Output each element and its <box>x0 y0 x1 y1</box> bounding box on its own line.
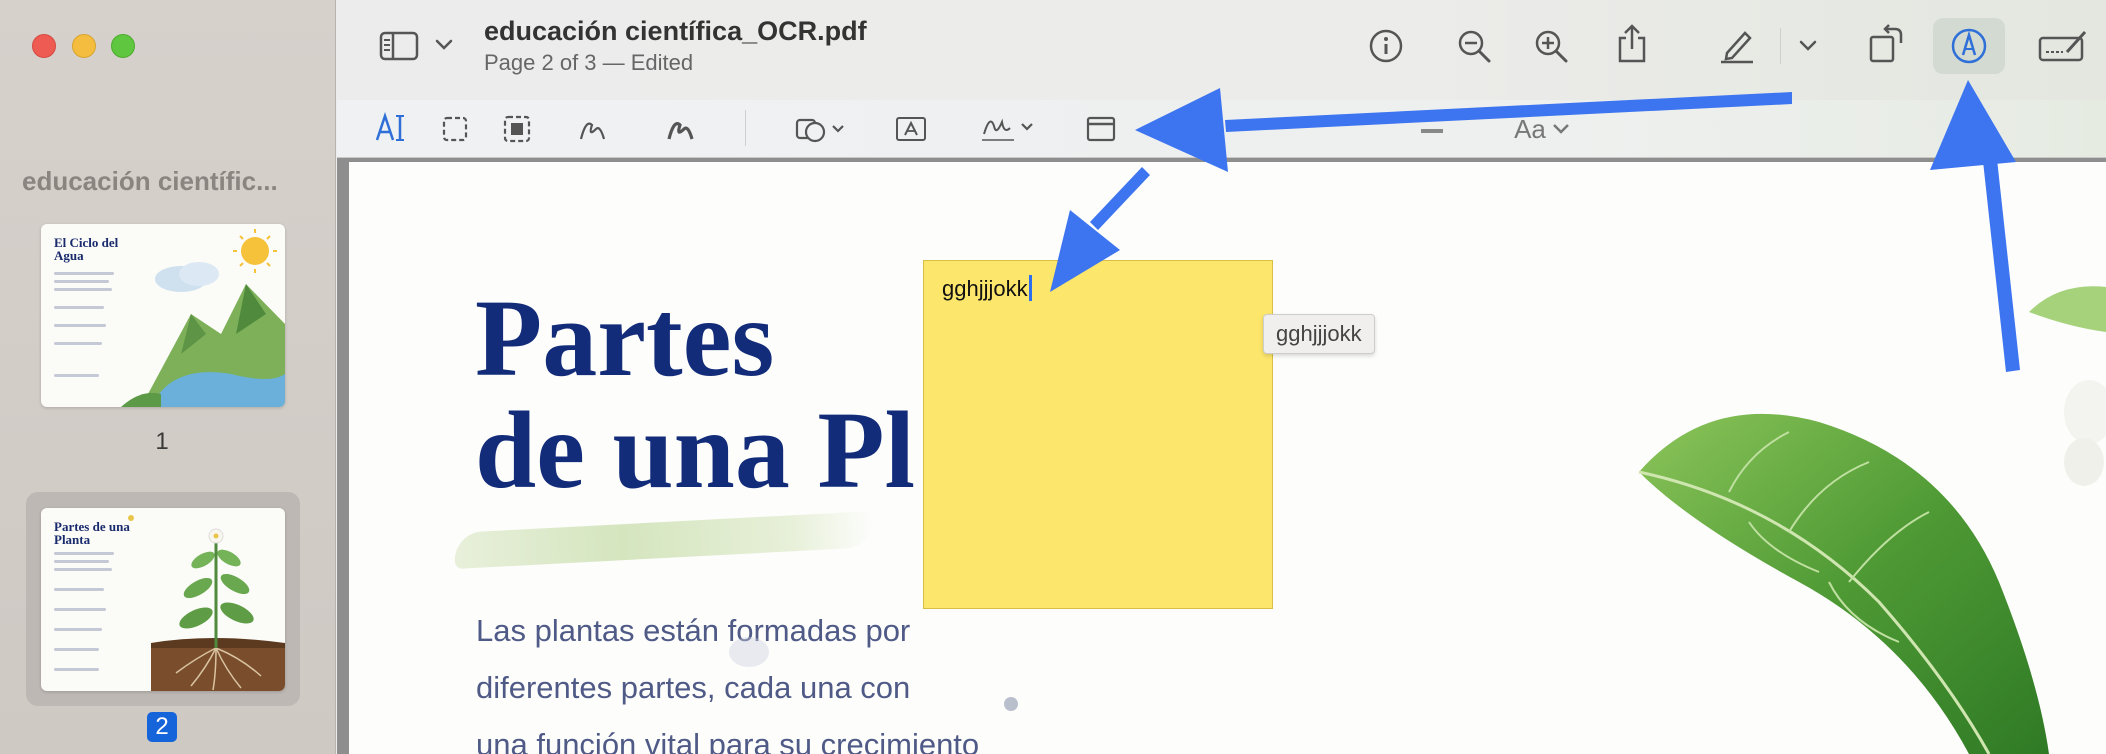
sticky-note[interactable]: gghjjjokk <box>923 260 1273 609</box>
text-box-icon[interactable] <box>894 112 928 146</box>
close-window-button[interactable] <box>32 34 56 58</box>
fullscreen-window-button[interactable] <box>111 34 135 58</box>
document-status: Page 2 of 3 — Edited <box>484 50 694 75</box>
page-thumbnail-2[interactable]: Partes de una Planta <box>41 508 285 691</box>
note-icon[interactable] <box>1084 112 1118 146</box>
page-thumbnail-1[interactable]: El Ciclo del Agua <box>41 224 285 407</box>
rotate-icon[interactable] <box>1866 22 1908 66</box>
text-selection-icon[interactable] <box>374 110 408 146</box>
shapes-icon[interactable] <box>794 112 850 146</box>
form-fill-icon[interactable] <box>2036 26 2090 66</box>
sign-icon[interactable] <box>980 110 1040 148</box>
page-smudge <box>729 637 769 667</box>
thumbnail-sidebar: educación científic... El Ciclo del Agua <box>0 0 336 754</box>
sidebar-toggle-icon[interactable] <box>376 27 422 65</box>
text-cursor <box>1028 275 1032 301</box>
text-style-label: Aa <box>1514 113 1546 144</box>
document-title: educación científica_OCR.pdf <box>484 16 867 46</box>
text-style-icon[interactable]: Aa <box>1512 112 1572 146</box>
sketch-icon[interactable] <box>576 112 610 146</box>
sidebar-document-name: educación científic... <box>22 166 278 196</box>
chevron-down-icon[interactable] <box>432 35 456 55</box>
note-text: gghjjjokk <box>942 276 1028 301</box>
smart-lasso-icon[interactable] <box>500 112 534 146</box>
zoom-out-icon[interactable] <box>1454 26 1494 66</box>
toolbar-divider <box>1780 28 1781 64</box>
draw-icon[interactable] <box>664 112 698 146</box>
note-tooltip: gghjjjokk <box>1263 314 1375 354</box>
info-icon[interactable] <box>1366 26 1406 66</box>
markup-divider <box>745 110 746 146</box>
plant-illustration <box>128 515 285 691</box>
border-color-icon[interactable] <box>1414 112 1448 146</box>
share-icon[interactable] <box>1612 22 1652 66</box>
rect-selection-icon[interactable] <box>438 112 472 146</box>
highlight-pen-icon[interactable] <box>1716 24 1758 66</box>
note-text-input[interactable]: gghjjjokk <box>942 275 1032 302</box>
chevron-down-icon[interactable] <box>1796 36 1820 56</box>
water-cycle-illustration <box>121 229 285 407</box>
page-label-1: 1 <box>155 428 169 455</box>
markup-icon[interactable] <box>1947 24 1991 68</box>
zoom-in-icon[interactable] <box>1531 26 1571 66</box>
page-smudge <box>1004 697 1018 711</box>
minimize-window-button[interactable] <box>72 34 96 58</box>
page-label-2: 2 <box>147 712 177 742</box>
